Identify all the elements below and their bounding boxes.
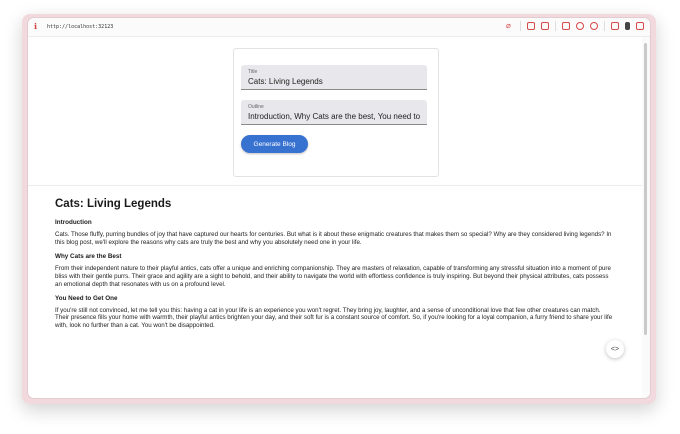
title-input[interactable]: Cats: Living Legends xyxy=(248,77,422,86)
section-body: From their independent nature to their p… xyxy=(55,264,611,288)
section-body: Cats. Those fluffy, purring bundles of j… xyxy=(55,231,612,246)
scrollbar[interactable] xyxy=(642,37,650,398)
generated-article: Cats: Living Legends Introduction Cats. … xyxy=(55,198,615,336)
window-icon[interactable] xyxy=(562,22,570,30)
camera-icon[interactable] xyxy=(541,22,549,30)
page-content: Title Cats: Living Legends Outline Intro… xyxy=(28,37,642,398)
info-icon[interactable]: ℹ xyxy=(34,22,42,32)
battery-icon xyxy=(625,22,630,30)
outline-input[interactable]: Introduction, Why Cats are the best, You… xyxy=(248,112,422,121)
article-title: Cats: Living Legends xyxy=(55,198,172,210)
toolbar-separator xyxy=(520,21,521,31)
title-label: Title xyxy=(248,69,258,75)
section-heading: Why Cats are the Best xyxy=(55,252,122,260)
panel-icon[interactable] xyxy=(636,22,644,30)
url-text[interactable]: http://localhost:32123 xyxy=(47,24,113,30)
section-heading: You Need to Get One xyxy=(55,294,118,302)
toolbar-icons: ⌀ xyxy=(506,21,644,31)
code-icon[interactable] xyxy=(611,22,619,30)
record-icon[interactable] xyxy=(527,22,535,30)
toolbar-separator xyxy=(604,21,605,31)
section-divider xyxy=(28,185,642,186)
section-heading: Introduction xyxy=(55,219,92,226)
outline-label: Outline xyxy=(248,104,264,110)
location-icon[interactable] xyxy=(590,22,598,30)
outline-field[interactable]: Outline Introduction, Why Cats are the b… xyxy=(241,100,427,125)
settings-icon[interactable] xyxy=(576,22,584,30)
section-body: If you're still not convinced, let me te… xyxy=(55,306,613,330)
attach-icon[interactable]: ⌀ xyxy=(506,22,514,30)
generate-blog-button[interactable]: Generate Blog xyxy=(241,135,308,153)
browser-toolbar: ℹ http://localhost:32123 ⌀ xyxy=(28,18,650,37)
scrollbar-thumb[interactable] xyxy=(644,43,647,335)
blog-form: Title Cats: Living Legends Outline Intro… xyxy=(233,48,439,177)
toolbar-separator xyxy=(555,21,556,31)
browser-window: ℹ http://localhost:32123 ⌀ Title Cats: L… xyxy=(28,18,650,398)
code-toggle-icon[interactable]: <> xyxy=(606,340,624,358)
title-field[interactable]: Title Cats: Living Legends xyxy=(241,65,427,90)
